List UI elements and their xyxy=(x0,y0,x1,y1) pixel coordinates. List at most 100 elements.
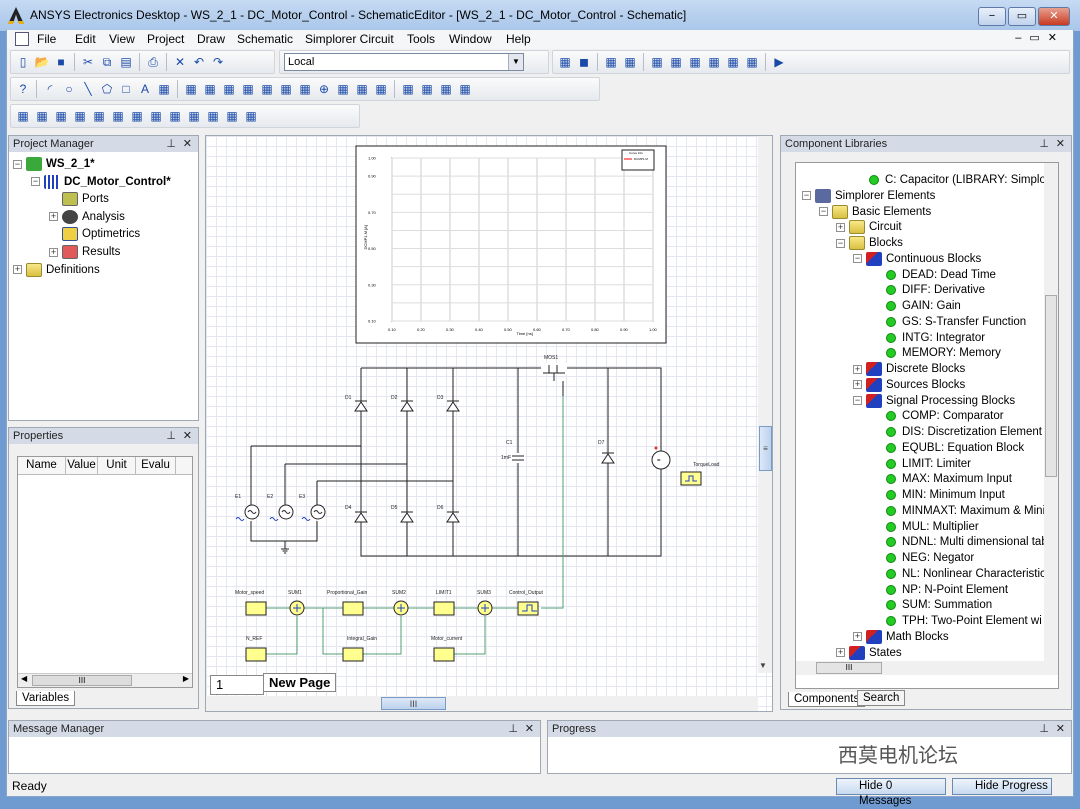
app-menu-icon[interactable] xyxy=(15,32,29,46)
close-icon[interactable]: ✕ xyxy=(1056,136,1065,152)
pin-icon[interactable]: ⊥ xyxy=(1039,721,1049,737)
netlist-icon[interactable]: ▦ xyxy=(603,54,619,70)
cut-icon[interactable]: ✂ xyxy=(80,54,96,70)
tree-item[interactable]: − Signal Processing Blocks xyxy=(853,393,1015,409)
ruler-icon[interactable]: ▦ xyxy=(438,81,454,97)
radiation-plot-icon[interactable]: ▦ xyxy=(297,81,313,97)
tree-item[interactable]: DEAD: Dead Time xyxy=(870,267,996,283)
elements-icon[interactable]: ▦ xyxy=(34,108,50,124)
polar-plot-icon[interactable]: ▦ xyxy=(278,81,294,97)
paste-icon[interactable]: ▤ xyxy=(118,54,134,70)
column-header[interactable]: Evalu xyxy=(136,457,176,474)
close-button[interactable]: ✕ xyxy=(1038,7,1070,26)
close-icon[interactable]: ✕ xyxy=(183,136,192,152)
tree-item[interactable]: − Continuous Blocks xyxy=(853,251,981,267)
tree-item[interactable]: − Blocks xyxy=(836,235,903,251)
tree-item[interactable]: + Circuit xyxy=(836,219,902,235)
new-page-tab[interactable]: New Page xyxy=(263,673,337,692)
diode-d6[interactable] xyxy=(446,511,460,523)
close-icon[interactable]: ✕ xyxy=(1056,721,1065,737)
menu-help[interactable]: Help xyxy=(506,32,531,46)
horizontal-scrollbar[interactable]: III xyxy=(796,661,1058,675)
diode-d4[interactable] xyxy=(354,511,368,523)
scroll-thumb[interactable]: III xyxy=(816,662,882,674)
collapse-icon[interactable]: − xyxy=(13,159,22,169)
scroll-down-icon[interactable]: ▼ xyxy=(759,661,767,670)
eye-plot-icon[interactable]: ▦ xyxy=(240,81,256,97)
flag-icon[interactable]: ▦ xyxy=(91,108,107,124)
new-icon[interactable]: ▯ xyxy=(15,54,31,70)
limit1-block[interactable] xyxy=(433,601,455,616)
matrix-icon[interactable]: ▦ xyxy=(725,54,741,70)
diode-d2[interactable] xyxy=(400,400,414,412)
hide-messages-button[interactable]: Hide 0 Messages xyxy=(836,778,946,807)
expand-icon[interactable]: + xyxy=(49,247,58,257)
redo-icon[interactable]: ↷ xyxy=(210,54,226,70)
open-icon[interactable]: 📂 xyxy=(34,54,50,70)
tree-item[interactable]: GAIN: Gain xyxy=(870,298,961,314)
restore-button[interactable]: ▭ xyxy=(1008,7,1036,26)
collapse-icon[interactable]: − xyxy=(819,207,828,216)
page-tab-1[interactable]: 1 xyxy=(210,675,264,695)
tree-item[interactable]: MINMAXT: Maximum & Mini xyxy=(870,503,1045,519)
tree-item[interactable]: NDNL: Multi dimensional tab xyxy=(870,534,1048,550)
collapse-icon[interactable]: − xyxy=(853,254,862,264)
voltage-source-e3[interactable] xyxy=(301,504,326,521)
sweep-icon[interactable]: ▦ xyxy=(668,54,684,70)
stop-icon[interactable]: ◼ xyxy=(576,54,592,70)
polygon-icon[interactable]: ⬠ xyxy=(99,81,115,97)
validate-icon[interactable]: ▦ xyxy=(622,54,638,70)
machine-select[interactable]: Local ▼ xyxy=(284,53,524,71)
menu-simplorer-circuit[interactable]: Simplorer Circuit xyxy=(305,32,394,46)
tree-item[interactable]: + States xyxy=(836,645,902,661)
mdi-window-controls[interactable]: –▭✕ xyxy=(1015,31,1065,44)
menu-schematic[interactable]: Schematic xyxy=(237,32,293,46)
pin-icon[interactable]: ⊥ xyxy=(1039,136,1049,152)
transformer-icon[interactable]: ▦ xyxy=(129,108,145,124)
line-icon[interactable]: ╲ xyxy=(80,81,96,97)
tree-item[interactable]: NEG: Negator xyxy=(870,550,974,566)
menu-file[interactable]: File xyxy=(37,32,56,46)
chevron-down-icon[interactable]: ▼ xyxy=(508,54,523,70)
tree-item[interactable]: MUL: Multiplier xyxy=(870,519,979,535)
menu-tools[interactable]: Tools xyxy=(407,32,435,46)
save-icon[interactable]: ■ xyxy=(53,54,69,70)
data-table-icon[interactable]: ▦ xyxy=(335,81,351,97)
filter-icon[interactable]: ▦ xyxy=(205,108,221,124)
peace-icon[interactable]: ▦ xyxy=(53,108,69,124)
grid-component-icon[interactable]: ▦ xyxy=(186,108,202,124)
expand-icon[interactable]: + xyxy=(836,648,845,657)
voltage-source-e2[interactable] xyxy=(269,504,294,521)
tree-item[interactable]: MIN: Minimum Input xyxy=(870,487,1005,503)
capacitor-c1[interactable] xyxy=(511,453,525,463)
sum2-block[interactable] xyxy=(393,600,409,616)
expand-icon[interactable]: + xyxy=(836,222,845,232)
tab-variables[interactable]: Variables xyxy=(16,691,76,706)
scroll-thumb[interactable]: ≡ xyxy=(759,426,772,471)
copy-icon[interactable]: ⧉ xyxy=(99,54,115,70)
help-icon[interactable]: ? xyxy=(15,81,31,97)
table-icon[interactable]: ▦ xyxy=(706,54,722,70)
tree-item[interactable]: COMP: Comparator xyxy=(870,408,1004,424)
schematic-canvas[interactable]: 0.10 0.20 0.30 0.40 0.50 0.60 0.70 0.80 0.90 1.00… xyxy=(205,135,773,712)
tree-item[interactable]: + Discrete Blocks xyxy=(853,361,965,377)
collapse-icon[interactable]: − xyxy=(836,238,845,248)
crosshair-icon[interactable]: ⊕ xyxy=(316,81,332,97)
machine-icon[interactable]: ▦ xyxy=(148,108,164,124)
expand-icon[interactable]: + xyxy=(13,265,22,275)
text-icon[interactable]: A xyxy=(137,81,153,97)
smith-chart-icon[interactable]: ▦ xyxy=(259,81,275,97)
trace-icon[interactable]: ▦ xyxy=(400,81,416,97)
sensor-icon[interactable]: ▦ xyxy=(167,108,183,124)
close-icon[interactable]: ✕ xyxy=(525,721,534,737)
tree-item[interactable]: − WS_2_1* xyxy=(13,156,95,172)
tree-item[interactable]: TPH: Two-Point Element wi xyxy=(870,613,1042,629)
tab-components[interactable]: Components xyxy=(788,692,866,707)
proportional-gain-block[interactable] xyxy=(342,601,364,616)
integral-gain-block[interactable] xyxy=(342,647,364,662)
mosfet-mos1[interactable] xyxy=(541,363,567,381)
menu-project[interactable]: Project xyxy=(147,32,184,46)
tree-item[interactable]: NL: Nonlinear Characteristic xyxy=(870,566,1046,582)
scroll-right-icon[interactable]: ▶ xyxy=(183,674,189,683)
export-icon[interactable]: ▦ xyxy=(419,81,435,97)
